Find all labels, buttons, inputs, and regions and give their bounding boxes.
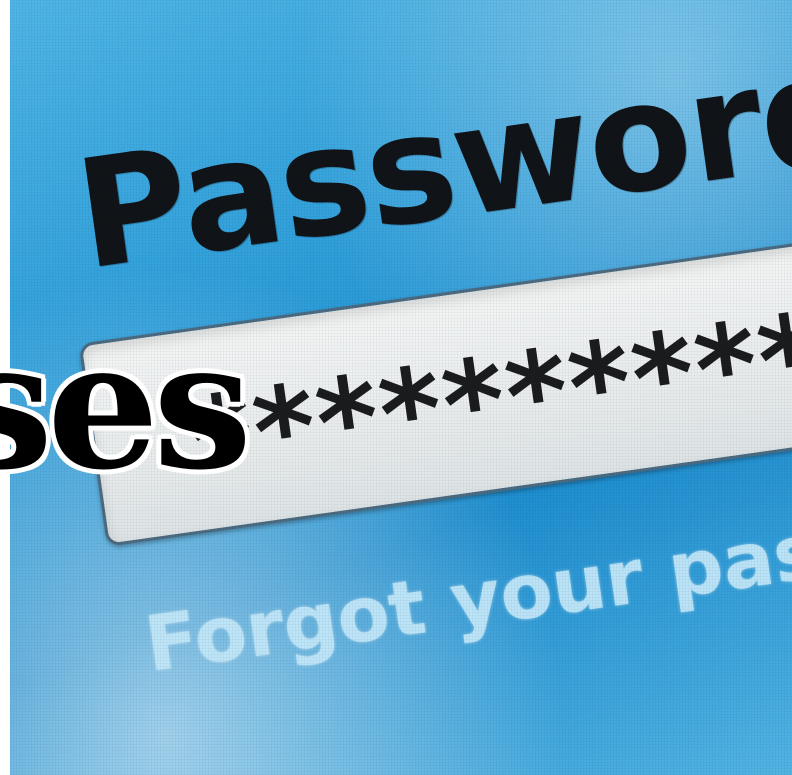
password-field-label: Password xyxy=(66,21,792,304)
masked-password-value: ************ xyxy=(181,268,792,512)
photo-frame: Password ************ Forgot your passwo… xyxy=(0,0,792,775)
overlay-headline: ses xyxy=(0,302,252,509)
